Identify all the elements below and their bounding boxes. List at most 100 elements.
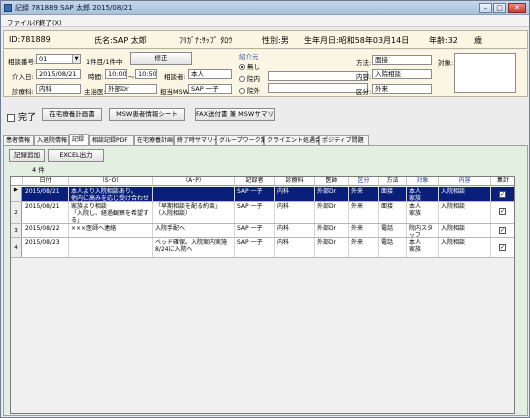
dept-label: 診療科: (12, 88, 34, 96)
header-aggregate[interactable]: 集計 (491, 177, 514, 186)
chevron-down-icon[interactable]: ▼ (72, 55, 80, 63)
cell-dept: 内科 (275, 202, 315, 223)
complete-checkbox[interactable]: 完了 (7, 110, 36, 123)
method-field[interactable]: 面接 (372, 55, 432, 65)
intro-date-field[interactable]: 2015/08/21 (36, 69, 81, 79)
patient-age-unit: 歳 (474, 36, 482, 45)
row-number: 2 (11, 202, 22, 223)
consult-no-select[interactable]: 01 ▼ (36, 54, 81, 64)
method-label: 方法: (356, 59, 372, 67)
msw-field[interactable]: SAP 一子 (188, 84, 232, 94)
header-recorder[interactable]: 記録者 (235, 177, 275, 186)
cell-category: 外来 (349, 202, 379, 223)
patient-id: ID:781889 (9, 35, 51, 44)
header-doctor[interactable]: 医師 (315, 177, 349, 186)
cell-dept: 内科 (275, 238, 315, 257)
partner-field[interactable]: 本人 (188, 69, 232, 79)
app-icon (4, 4, 12, 12)
header-ap[interactable]: （A･P） (153, 177, 235, 186)
radio-out-label: 院外 (247, 87, 260, 95)
target-list[interactable] (454, 53, 516, 93)
cell-content: 入院相談 (439, 224, 491, 237)
time-to-field[interactable]: 10:50 (135, 69, 157, 79)
row-number: 3 (11, 224, 22, 237)
tab-records[interactable]: 記録 (69, 134, 89, 145)
home-care-plan-button[interactable]: 在宅療養計画書 (42, 108, 102, 121)
aggregate-checkbox[interactable]: ✓ (499, 208, 506, 215)
intro-date-label: 介入日: (12, 73, 34, 81)
dept-field[interactable]: 内科 (36, 84, 81, 94)
aggregate-checkbox[interactable]: ✓ (499, 244, 506, 251)
cell-category: 外来 (349, 187, 379, 201)
table-row[interactable]: ▶ 2015/08/21 本人より入院相談あり。 他内に高みを応じ受け合わせた。… (11, 187, 514, 202)
fix-button[interactable]: 修正 (130, 52, 192, 65)
patient-kana: ﾌﾘｶﾞﾅ:ｻｯﾌﾟ ﾀﾛｳ (179, 36, 233, 45)
cell-target: 本人 家族 (407, 202, 439, 223)
content-field[interactable]: 入院相談 (372, 69, 432, 79)
menu-file[interactable]: ファイル(F) (7, 17, 42, 27)
time-label: 時間: (88, 73, 104, 81)
title-bar: 記録 781889 SAP 太郎 2015/08/21 – □ ✕ (1, 1, 529, 15)
category-field[interactable]: 外来 (372, 84, 432, 94)
header-target[interactable]: 対象 (407, 177, 439, 186)
header-category[interactable]: 区分 (349, 177, 379, 186)
header-so[interactable]: （S･O） (69, 177, 153, 186)
header-dept[interactable]: 診療科 (275, 177, 315, 186)
cell-dept: 内科 (275, 224, 315, 237)
cell-dept: 内科 (275, 187, 315, 201)
cell-method: 面接 (379, 202, 407, 223)
excel-export-button[interactable]: EXCEL出力 (48, 149, 104, 162)
aggregate-checkbox[interactable]: ✓ (499, 191, 506, 198)
cell-content: 入院相談 (439, 187, 491, 201)
cell-doctor: 外部Dr (315, 202, 349, 223)
radio-out[interactable]: 院外 (239, 85, 260, 95)
maximize-button[interactable]: □ (493, 3, 506, 13)
fax-summary-button[interactable]: FAX送付書 兼 MSWサマリー (195, 108, 275, 121)
patient-age: 年齢:32 (429, 36, 458, 45)
aggregate-checkbox[interactable]: ✓ (499, 227, 506, 234)
table-row[interactable]: 2 2015/08/21 家族より相談 「入院し、経過観察を希望する」 「早期相… (11, 202, 514, 224)
radio-icon (239, 88, 245, 94)
cell-so (69, 238, 153, 257)
radio-none[interactable]: 無し (239, 61, 260, 71)
header-content[interactable]: 内容 (439, 177, 491, 186)
header-method[interactable]: 方法 (379, 177, 407, 186)
cell-content: 入院相談 (439, 202, 491, 223)
add-record-button[interactable]: 記録追加 (9, 149, 45, 162)
cell-so: 家族より相談 「入院し、経過観察を希望する」 (69, 202, 153, 223)
cell-category: 外来 (349, 238, 379, 257)
intro-out-field[interactable] (268, 83, 368, 93)
tab-group-work[interactable]: グループワーク業務 (216, 135, 273, 145)
tab-client-meeting[interactable]: クライエント処遇会議 (264, 135, 327, 145)
intro-in-field[interactable] (268, 71, 368, 81)
patient-name: 氏名:SAP 太郎 (94, 36, 147, 45)
app-window: 記録 781889 SAP 太郎 2015/08/21 – □ ✕ ファイル(F… (0, 0, 530, 418)
tab-positive-issue[interactable]: ポジティブ問題 (319, 135, 369, 145)
cell-content: 入院相談 (439, 238, 491, 257)
time-from-field[interactable]: 10:00 (105, 69, 127, 79)
table-row[interactable]: 4 2015/08/23 ベッド確保。入院案内実施 8/24に入院へ SAP 一… (11, 238, 514, 258)
cell-method: 面接 (379, 187, 407, 201)
doctor-field[interactable]: 外部Dr (105, 84, 157, 94)
cell-doctor: 外部Dr (315, 224, 349, 237)
cell-ap: ベッド確保。入院案内実施 8/24に入院へ (153, 238, 235, 257)
cell-date: 2015/08/21 (23, 202, 69, 223)
records-panel: 記録追加 EXCEL出力 4 件 日付 （S･O） （A･P） 記録者 診療科 … (3, 145, 528, 416)
tab-patient-info[interactable]: 患者情報 (3, 135, 34, 145)
intro-group-title: 紹介元 (239, 53, 259, 61)
tab-end-summary[interactable]: 終了時サマリー (174, 135, 219, 145)
tab-admission[interactable]: 入退院情報 (34, 135, 69, 145)
header-date[interactable]: 日付 (23, 177, 69, 186)
cell-recorder: SAP 一子 (235, 187, 275, 201)
tab-record-pdf[interactable]: 相談記録PDF (89, 135, 134, 145)
radio-in[interactable]: 院内 (239, 73, 260, 83)
window-title: 記録 781889 SAP 太郎 2015/08/21 (15, 4, 133, 12)
close-button[interactable]: ✕ (508, 3, 526, 13)
record-count: 4 件 (32, 166, 45, 174)
msw-sheet-button[interactable]: MSW患者情報シート (109, 108, 185, 121)
cell-recorder: SAP 一子 (235, 238, 275, 257)
tab-home-plan[interactable]: 在宅療養計画 (134, 135, 174, 145)
menu-exit[interactable]: 終了(X) (39, 17, 62, 27)
table-row[interactable]: 3 2015/08/22 ×××医師へ連絡 入院手配へ SAP 一子 内科 外部… (11, 224, 514, 238)
minimize-button[interactable]: – (479, 3, 492, 13)
